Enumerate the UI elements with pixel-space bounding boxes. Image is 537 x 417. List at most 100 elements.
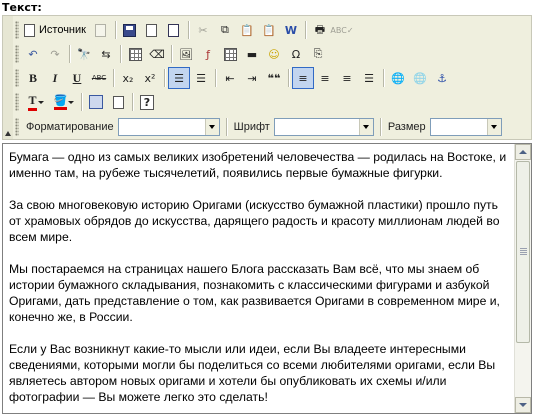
cut-button[interactable]: ✂	[192, 19, 214, 41]
align-left-icon: ≡	[298, 71, 308, 85]
replace-icon: ⇆	[101, 47, 111, 61]
spellcheck-icon: ABC✓	[330, 25, 354, 35]
source-icon	[24, 23, 35, 37]
paragraph: Если у Вас возникнут какие-то мысли или …	[9, 342, 496, 404]
paragraph: За свою многовековую историю Оригами (ис…	[9, 198, 500, 244]
select-all-button[interactable]	[124, 43, 146, 65]
paragraph: Мы постараемся на страницах нашего Блога…	[9, 262, 500, 324]
chevron-down-icon[interactable]	[358, 119, 373, 135]
print-button[interactable]: 🖶	[309, 19, 331, 41]
maximize-button[interactable]	[85, 91, 107, 113]
cut-icon: ✂	[198, 23, 208, 37]
smiley-button[interactable]: ☺	[263, 43, 285, 65]
paste-button[interactable]: 📋	[236, 19, 258, 41]
table-button[interactable]	[219, 43, 241, 65]
maximize-icon	[89, 95, 103, 109]
format-select[interactable]	[117, 118, 220, 136]
subscript-button[interactable]: x₂	[117, 67, 139, 89]
strike-button[interactable]: ABC	[88, 67, 110, 89]
replace-button[interactable]: ⇆	[95, 43, 117, 65]
align-right-button[interactable]: ≡	[336, 67, 358, 89]
save-icon	[123, 23, 137, 37]
bold-button[interactable]: B	[22, 67, 44, 89]
scrollbar-thumb[interactable]	[516, 161, 530, 343]
format-label: Форматирование	[26, 121, 114, 133]
toolbar-row-1: Источник ✂ ⧉ 📋 📋 W 🖶 ABC✓	[15, 19, 354, 41]
align-justify-button[interactable]: ☰	[358, 67, 380, 89]
toolbar-grip[interactable]	[15, 45, 19, 63]
toolbar-row-3: B I U ABC x₂ x² ☰ ☰ ⇤ ⇥ ❝❝ ≡ ≡ ≡ ☰ 🌐 🌐 ⚓	[15, 67, 453, 89]
indent-button[interactable]: ⇥	[241, 67, 263, 89]
preview-button[interactable]	[163, 19, 185, 41]
binoculars-icon: 🔭	[77, 47, 91, 61]
outdent-button[interactable]: ⇤	[219, 67, 241, 89]
toolbar-grip[interactable]	[15, 21, 19, 39]
horizontal-rule-icon: ▬	[246, 47, 258, 61]
underline-button[interactable]: U	[66, 67, 88, 89]
blockquote-button[interactable]: ❝❝	[263, 67, 285, 89]
templates-icon	[95, 23, 107, 37]
subscript-icon: x₂	[122, 71, 134, 85]
toolbar-collapse-handle[interactable]	[3, 16, 13, 139]
background-color-button[interactable]: 🪣	[50, 91, 78, 113]
font-select[interactable]	[273, 118, 374, 136]
underline-icon: U	[72, 70, 82, 85]
anchor-button[interactable]: ⚓	[431, 67, 453, 89]
toolbar-row-4: T 🪣 ?	[15, 91, 158, 113]
text-color-button[interactable]: T	[22, 91, 50, 113]
undo-button[interactable]: ↶	[22, 43, 44, 65]
select-all-icon	[128, 47, 142, 61]
show-blocks-button[interactable]	[107, 91, 129, 113]
spellcheck-button[interactable]: ABC✓	[330, 19, 354, 41]
align-center-button[interactable]: ≡	[314, 67, 336, 89]
horizontal-rule-button[interactable]: ▬	[241, 43, 263, 65]
vertical-scrollbar[interactable]	[514, 144, 531, 413]
editor-area[interactable]: Бумага — одно из самых великих изобретен…	[2, 143, 532, 414]
new-page-button[interactable]	[141, 19, 163, 41]
paste-word-button[interactable]: W	[280, 19, 302, 41]
link-button[interactable]: 🌐	[387, 67, 409, 89]
flash-button[interactable]: ƒ	[197, 43, 219, 65]
numbered-list-button[interactable]: ☰	[168, 67, 190, 89]
toolbar-grip[interactable]	[15, 69, 19, 87]
toolbar-separator	[304, 21, 306, 39]
image-button[interactable]: 🖼	[175, 43, 197, 65]
size-select[interactable]	[429, 118, 502, 136]
toolbar-grip[interactable]	[15, 118, 19, 136]
redo-button[interactable]: ↷	[44, 43, 66, 65]
remove-format-button[interactable]: ⌫	[146, 43, 168, 65]
toolbar-separator	[187, 21, 189, 39]
source-button[interactable]: Источник	[22, 19, 90, 41]
paste-text-icon: 📋	[262, 23, 276, 37]
paste-word-icon: W	[284, 23, 298, 37]
scroll-up-button[interactable]	[515, 144, 531, 160]
scroll-down-button[interactable]	[515, 397, 531, 413]
about-button[interactable]: ?	[136, 91, 158, 113]
text-color-icon: T	[28, 93, 37, 111]
font-label: Шрифт	[233, 121, 270, 133]
smiley-icon: ☺	[268, 47, 280, 61]
save-button[interactable]	[119, 19, 141, 41]
grip-icon	[520, 248, 527, 255]
editor-content[interactable]: Бумага — одно из самых великих изобретен…	[3, 144, 514, 413]
unlink-button[interactable]: 🌐	[409, 67, 431, 89]
image-icon: 🖼	[179, 47, 193, 61]
special-char-button[interactable]: Ω	[285, 43, 307, 65]
align-right-icon: ≡	[342, 71, 352, 85]
copy-icon: ⧉	[221, 23, 229, 36]
bulleted-list-button[interactable]: ☰	[190, 67, 212, 89]
toolbar-grip[interactable]	[15, 93, 19, 111]
page-break-button[interactable]: ⎘	[307, 43, 329, 65]
align-left-button[interactable]: ≡	[292, 67, 314, 89]
superscript-button[interactable]: x²	[139, 67, 161, 89]
templates-button[interactable]	[90, 19, 112, 41]
copy-button[interactable]: ⧉	[214, 19, 236, 41]
paste-text-button[interactable]: 📋	[258, 19, 280, 41]
special-char-icon: Ω	[291, 47, 301, 61]
italic-button[interactable]: I	[44, 67, 66, 89]
toolbar-separator	[113, 69, 114, 87]
italic-icon: I	[52, 70, 58, 85]
find-button[interactable]: 🔭	[73, 43, 95, 65]
chevron-down-icon[interactable]	[204, 119, 219, 135]
chevron-down-icon[interactable]	[486, 119, 501, 135]
